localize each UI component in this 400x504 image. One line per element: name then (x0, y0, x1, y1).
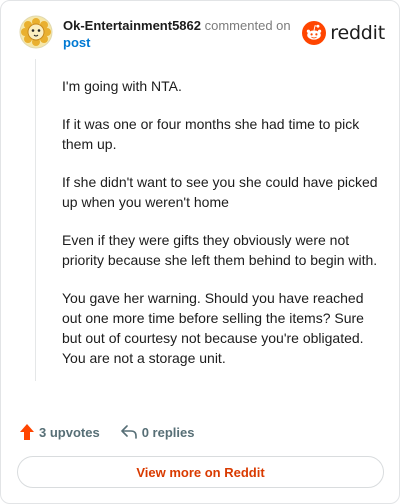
commented-on-text: commented on (204, 18, 291, 33)
upvote-button[interactable]: 3 upvotes (19, 423, 100, 441)
reply-arrow-icon (120, 425, 137, 439)
reddit-wordmark: reddit (330, 22, 385, 44)
comment-header: Ok-Entertainment5862 commented on post r… (19, 15, 385, 55)
view-more-button[interactable]: View more on Reddit (17, 456, 384, 488)
comment-paragraph: If it was one or four months she had tim… (62, 116, 360, 152)
lion-avatar-icon (19, 15, 53, 49)
upvote-arrow-icon (20, 424, 34, 440)
reply-button[interactable]: 0 replies (120, 424, 195, 440)
comment-meta: Ok-Entertainment5862 commented on post (63, 17, 291, 51)
reddit-logo[interactable]: reddit (302, 21, 385, 45)
comment-paragraph: If she didn't want to see you she could … (62, 174, 378, 210)
comment-paragraph: You gave her warning. Should you have re… (62, 290, 364, 366)
comment-body: I'm going with NTA. If it was one or fou… (62, 76, 378, 386)
user-avatar[interactable] (19, 15, 53, 49)
post-link[interactable]: post (63, 34, 291, 51)
thread-line (35, 59, 36, 381)
upvote-count: 3 upvotes (39, 424, 100, 440)
username-link[interactable]: Ok-Entertainment5862 (63, 18, 201, 33)
reply-count: 0 replies (141, 424, 195, 440)
comment-actions: 3 upvotes 0 replies (19, 422, 194, 442)
reddit-comment-card: Ok-Entertainment5862 commented on post r… (0, 0, 400, 504)
comment-paragraph: I'm going with NTA. (62, 78, 182, 94)
reddit-snoo-icon (302, 21, 327, 45)
comment-paragraph: Even if they were gifts they obviously w… (62, 232, 378, 268)
